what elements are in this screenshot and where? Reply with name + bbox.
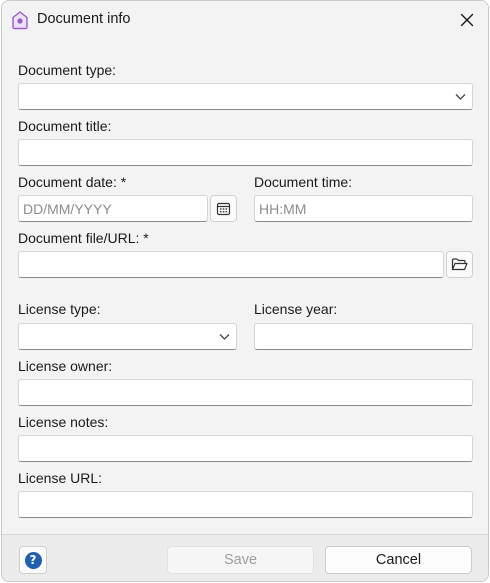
document-time-label: Document time:: [254, 174, 353, 190]
help-icon: ?: [24, 551, 42, 569]
chevron-down-icon: [219, 334, 230, 340]
folder-open-icon: [451, 258, 468, 271]
license-url-label: License URL:: [18, 470, 103, 486]
license-url-field[interactable]: [18, 491, 473, 518]
chevron-down-icon: [455, 94, 466, 100]
dialog-footer: ? Save Cancel: [2, 535, 488, 581]
license-notes-field[interactable]: [18, 435, 473, 462]
title-bar: Document info: [2, 1, 488, 39]
close-button[interactable]: [456, 9, 478, 31]
dialog-title: Document info: [37, 11, 131, 27]
document-time-field[interactable]: [254, 195, 473, 222]
help-button[interactable]: ?: [19, 546, 47, 574]
document-type-select[interactable]: [18, 83, 473, 110]
license-type-select[interactable]: [18, 323, 237, 350]
document-date-label: Document date: *: [18, 174, 127, 190]
date-picker-button[interactable]: [210, 195, 237, 222]
document-info-dialog: Document info Document type: Document ti…: [1, 0, 489, 582]
document-type-label: Document type:: [18, 62, 117, 78]
document-file-field[interactable]: [18, 251, 444, 278]
document-title-field[interactable]: [18, 139, 473, 166]
home-app-icon: [10, 10, 30, 30]
cancel-button[interactable]: Cancel: [325, 546, 472, 574]
browse-file-button[interactable]: [446, 251, 473, 278]
license-type-label: License type:: [18, 301, 101, 317]
license-year-field[interactable]: [254, 323, 473, 350]
document-title-label: Document title:: [18, 118, 112, 134]
license-notes-label: License notes:: [18, 414, 109, 430]
close-icon: [460, 13, 474, 27]
document-file-label: Document file/URL: *: [18, 230, 149, 246]
license-owner-label: License owner:: [18, 358, 113, 374]
calendar-icon: [216, 202, 231, 216]
document-date-field[interactable]: [18, 195, 208, 222]
license-year-label: License year:: [254, 301, 338, 317]
license-owner-field[interactable]: [18, 379, 473, 406]
save-button[interactable]: Save: [167, 546, 314, 574]
